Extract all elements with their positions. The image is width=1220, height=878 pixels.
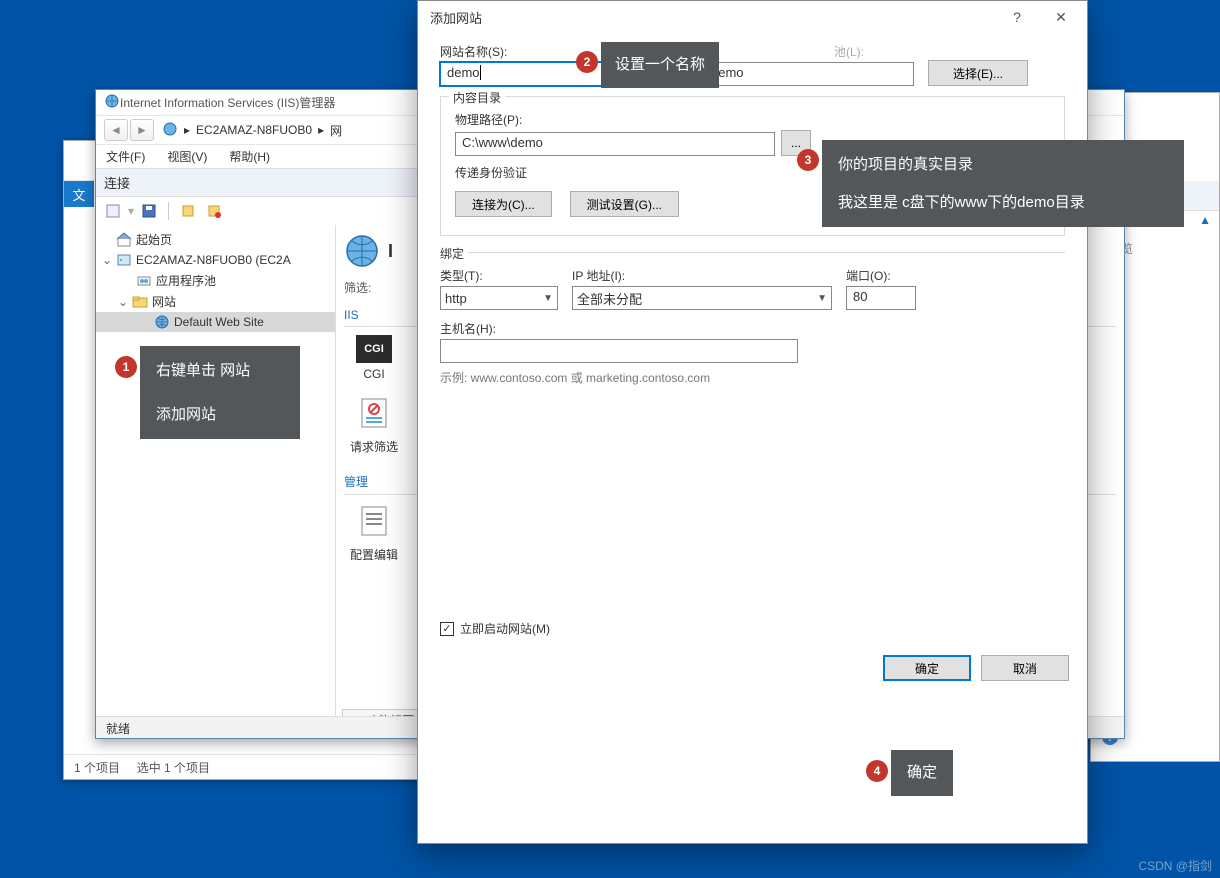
- tree-start-page[interactable]: 起始页: [96, 229, 335, 250]
- dialog-titlebar: 添加网站 ? ✕: [418, 1, 1087, 33]
- callout-badge-1: 1: [115, 356, 137, 378]
- add-website-dialog: 添加网站 ? ✕ 网站名称(S): demo 池(L): demo 选择(E).…: [417, 0, 1088, 844]
- type-label: 类型(T):: [440, 267, 558, 284]
- type-select[interactable]: http▼: [440, 286, 558, 310]
- breadcrumb[interactable]: ▸ EC2AMAZ-N8FUOB0 ▸ 网: [162, 121, 342, 140]
- iis-app-icon: [104, 93, 120, 112]
- dialog-footer: 确定 取消: [418, 647, 1087, 695]
- port-input[interactable]: 80: [846, 286, 916, 310]
- hostname-label: 主机名(H):: [440, 320, 1065, 337]
- callout-box-4: 确定: [891, 750, 953, 796]
- ip-label: IP 地址(I):: [572, 267, 832, 284]
- home-icon: [116, 232, 132, 248]
- cgi-icon: CGI: [356, 335, 392, 363]
- ok-button[interactable]: 确定: [883, 655, 971, 681]
- select-app-pool-button[interactable]: 选择(E)...: [928, 60, 1028, 86]
- stop-tree-icon[interactable]: [203, 201, 225, 221]
- refresh-tree-icon[interactable]: [177, 201, 199, 221]
- callout-badge-4: 4: [866, 760, 888, 782]
- watermark: CSDN @指剑: [1138, 857, 1212, 874]
- checkbox-icon[interactable]: ✓: [440, 622, 454, 636]
- callout-box-1: 右键单击 网站 添加网站: [140, 346, 300, 439]
- port-label: 端口(O):: [846, 267, 916, 284]
- callout-badge-2: 2: [576, 51, 598, 73]
- connect-icon[interactable]: [102, 201, 124, 221]
- explorer-selected-count: 选中 1 个项目: [137, 761, 210, 775]
- explorer-statusbar: 1 个项目 选中 1 个项目: [64, 754, 422, 779]
- request-filter-icon: [356, 395, 392, 431]
- binding-group-title: 绑定: [440, 245, 468, 262]
- app-pool-input: demo: [704, 62, 914, 86]
- app-pool-label: 池(L):: [834, 43, 914, 60]
- tree-server-node[interactable]: ⌄ EC2AMAZ-N8FUOB0 (EC2A: [96, 250, 335, 270]
- start-immediately-row[interactable]: ✓ 立即启动网站(M): [440, 620, 1065, 637]
- nav-forward-button[interactable]: ►: [130, 119, 154, 141]
- tree-default-web-site[interactable]: Default Web Site: [96, 312, 335, 332]
- breadcrumb-sites[interactable]: 网: [330, 122, 342, 139]
- filter-label: 筛选:: [344, 279, 371, 296]
- ip-select[interactable]: 全部未分配▼: [572, 286, 832, 310]
- feature-cgi[interactable]: CGI CGI: [344, 335, 404, 381]
- callout-box-2: 设置一个名称: [601, 42, 719, 88]
- physical-path-label: 物理路径(P):: [455, 111, 1050, 128]
- tree-sites-node[interactable]: ⌄ 网站: [96, 291, 335, 312]
- server-icon: [162, 121, 178, 140]
- cancel-button[interactable]: 取消: [981, 655, 1069, 681]
- close-button[interactable]: ✕: [1039, 2, 1083, 32]
- test-settings-button[interactable]: 测试设置(G)...: [570, 191, 679, 217]
- help-button[interactable]: ?: [995, 2, 1039, 32]
- start-immediately-label: 立即启动网站(M): [460, 620, 550, 637]
- content-group-title: 内容目录: [449, 89, 505, 106]
- folder-icon: [132, 294, 148, 310]
- config-editor-icon: [356, 503, 392, 539]
- dialog-title: 添加网站: [430, 8, 482, 27]
- hostname-hint: 示例: www.contoso.com 或 marketing.contoso.…: [440, 369, 1065, 386]
- explorer-item-count: 1 个项目: [74, 761, 120, 775]
- menu-file[interactable]: 文件(F): [106, 148, 145, 165]
- content-title: I: [388, 241, 393, 262]
- save-icon[interactable]: [138, 201, 160, 221]
- callout-box-3: 你的项目的真实目录 我这里是 c盘下的www下的demo目录: [822, 140, 1184, 227]
- menu-help[interactable]: 帮助(H): [229, 148, 270, 165]
- explorer-ribbon-file[interactable]: 文: [64, 181, 94, 207]
- nav-back-button[interactable]: ◄: [104, 119, 128, 141]
- connections-tree: 起始页 ⌄ EC2AMAZ-N8FUOB0 (EC2A 应用程序池 ⌄ 网站 D…: [96, 225, 336, 738]
- physical-path-input[interactable]: C:\www\demo: [455, 132, 775, 156]
- menu-view[interactable]: 视图(V): [167, 148, 207, 165]
- tree-app-pools[interactable]: 应用程序池: [96, 270, 335, 291]
- app-pool-icon: [136, 273, 152, 289]
- callout-badge-3: 3: [797, 149, 819, 171]
- server-node-icon: [116, 252, 132, 268]
- connect-as-button[interactable]: 连接为(C)...: [455, 191, 552, 217]
- breadcrumb-server[interactable]: EC2AMAZ-N8FUOB0: [196, 123, 312, 137]
- iis-title-text: Internet Information Services (IIS)管理器: [120, 94, 335, 111]
- site-big-icon: [344, 233, 380, 269]
- binding-group: 绑定 类型(T): http▼ IP 地址(I): 全部未分配▼ 端口(O):: [440, 252, 1065, 400]
- feature-request-filtering[interactable]: 请求筛选: [344, 395, 404, 455]
- feature-config-editor[interactable]: 配置编辑: [344, 503, 404, 563]
- hostname-input[interactable]: [440, 339, 798, 363]
- globe-icon: [154, 314, 170, 330]
